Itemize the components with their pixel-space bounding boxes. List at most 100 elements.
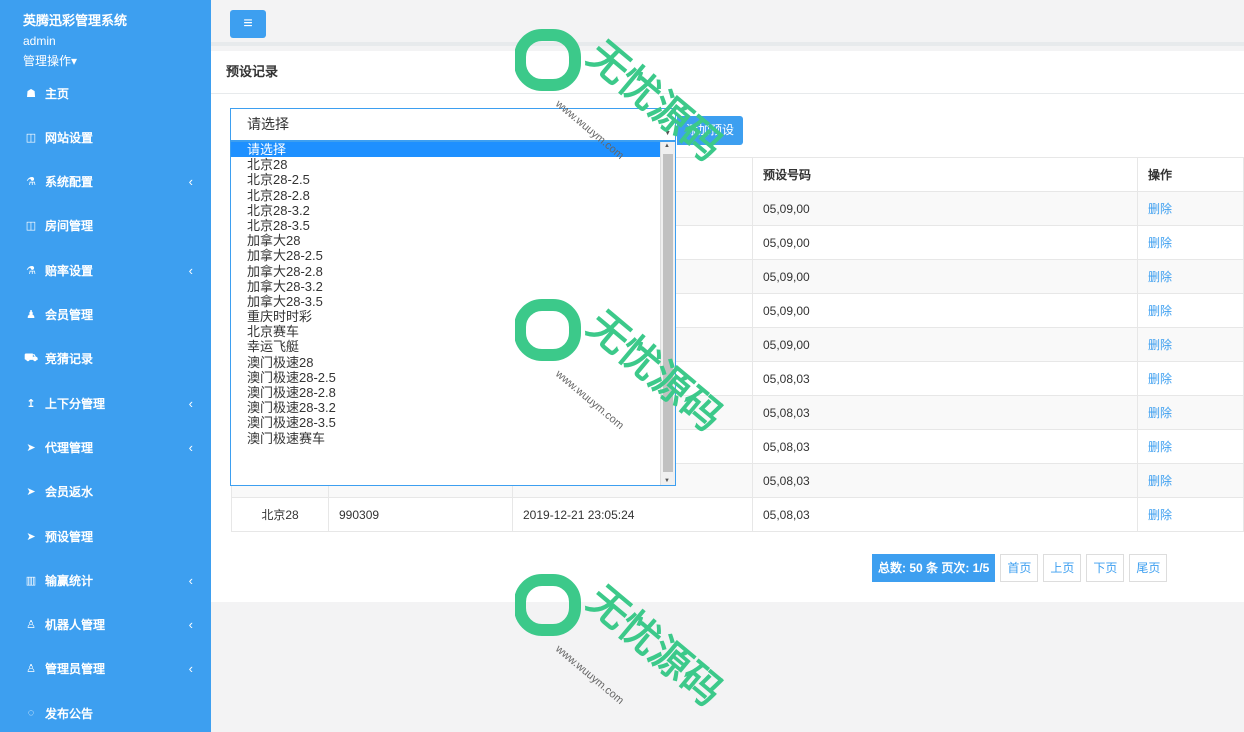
next-page-button[interactable]: 下页	[1086, 554, 1125, 582]
chevron-left-icon: ‹	[188, 174, 193, 190]
dropdown-option[interactable]: 幸运飞艇	[231, 339, 675, 354]
table-row: 北京28 990309 2019-12-21 23:05:24 05,08,03 删除	[231, 497, 1244, 532]
home-icon: ☗	[26, 87, 36, 100]
dropdown-option[interactable]: 请选择	[231, 142, 675, 158]
chevron-left-icon: ‹	[188, 572, 193, 588]
add-preset-button[interactable]: 添加预设	[677, 116, 743, 145]
game-select-dropdown[interactable]: 请选择 北京28 北京28-2.5 北京28-2.8 北京28-3.2 北京28-3.5 加…	[230, 141, 676, 486]
chevron-left-icon: ‹	[188, 617, 193, 633]
sidebar-item-label: 机器人管理	[45, 618, 106, 633]
sidebar-item[interactable]: ◫ 房间管理	[0, 204, 211, 248]
sidebar-item[interactable]: ♟ 会员管理	[0, 293, 211, 337]
chevron-left-icon: ‹	[188, 439, 193, 455]
sidebar-item[interactable]: ➤ 会员返水	[0, 470, 211, 514]
user-icon: ♟	[26, 309, 36, 321]
dropdown-option[interactable]: 加拿大28-3.2	[231, 279, 675, 294]
table-cell: 05,08,03	[752, 497, 1138, 532]
delete-link[interactable]: 删除	[1137, 463, 1244, 498]
send-icon: ➤	[26, 530, 36, 543]
scroll-up-icon[interactable]: ▲	[664, 143, 670, 149]
sidebar-item[interactable]: ▥ 输赢统计 ‹	[0, 558, 211, 602]
chevron-left-icon: ‹	[188, 262, 193, 278]
dropdown-option[interactable]: 北京28-2.8	[231, 188, 675, 203]
sidebar-item-label: 代理管理	[45, 440, 94, 455]
prev-page-button[interactable]: 上页	[1043, 554, 1082, 582]
table-cell: 990309	[328, 497, 513, 532]
dropdown-option[interactable]: 北京赛车	[231, 324, 675, 339]
table-cell: 05,08,03	[752, 361, 1138, 396]
scrollbar-thumb[interactable]	[663, 154, 673, 472]
dropdown-option[interactable]: 澳门极速28-2.8	[231, 385, 675, 400]
dropdown-option[interactable]: 澳门极速28-3.2	[231, 400, 675, 415]
dropdown-option[interactable]: 北京28-3.5	[231, 218, 675, 233]
dropdown-option[interactable]: 澳门极速28-3.5	[231, 415, 675, 430]
dropdown-scrollbar[interactable]: ▲ ▼	[660, 142, 675, 485]
menu-toggle-button[interactable]: ≡	[230, 10, 266, 38]
sidebar-item-label: 竞猜记录	[45, 352, 94, 367]
send-icon: ➤	[26, 441, 36, 454]
delete-link[interactable]: 删除	[1137, 395, 1244, 430]
table-cell: 05,09,00	[752, 327, 1138, 362]
sidebar-item-label: 预设管理	[45, 529, 94, 544]
first-page-button[interactable]: 首页	[1000, 554, 1039, 582]
dropdown-option[interactable]: 加拿大28	[231, 233, 675, 248]
delete-link[interactable]: 删除	[1137, 225, 1244, 260]
columns-icon: ◫	[25, 131, 37, 144]
dropdown-option[interactable]: 北京28	[231, 157, 675, 172]
delete-link[interactable]: 删除	[1137, 191, 1244, 226]
sidebar-item-label: 网站设置	[45, 130, 94, 145]
delete-link[interactable]: 删除	[1137, 293, 1244, 328]
dropdown-option[interactable]: 加拿大28-3.5	[231, 294, 675, 309]
delete-link[interactable]: 删除	[1137, 429, 1244, 464]
sidebar-item[interactable]: ⛟ 竞猜记录	[0, 337, 211, 381]
chevron-left-icon: ‹	[188, 661, 193, 677]
dropdown-option[interactable]: 加拿大28-2.5	[231, 248, 675, 263]
sidebar-item[interactable]: ◫ 网站设置	[0, 115, 211, 159]
dropdown-option[interactable]: 澳门极速28-2.5	[231, 370, 675, 385]
admin-ops-menu[interactable]: 管理操作▾	[23, 52, 77, 69]
sidebar-item[interactable]: ♙ 管理员管理 ‹	[0, 647, 211, 691]
last-page-button[interactable]: 尾页	[1129, 554, 1168, 582]
table-cell: 05,09,00	[752, 259, 1138, 294]
chevron-left-icon: ‹	[188, 395, 193, 411]
male-icon: ♙	[26, 619, 36, 632]
sidebar-item-label: 管理员管理	[45, 662, 106, 677]
brand-title: 英腾迅彩管理系统	[23, 13, 128, 28]
dropdown-option[interactable]: 加拿大28-2.8	[231, 264, 675, 279]
car-icon: ⛟	[24, 351, 38, 364]
sidebar-item-label: 会员返水	[45, 485, 94, 500]
flask-icon: ⚗	[26, 176, 36, 189]
game-select[interactable]: 请选择 ▼	[230, 108, 676, 141]
delete-link[interactable]: 删除	[1137, 327, 1244, 362]
top-bar: ≡	[211, 0, 1244, 46]
delete-link[interactable]: 删除	[1137, 259, 1244, 294]
sidebar-item[interactable]: ➤ 预设管理	[0, 514, 211, 558]
dropdown-option[interactable]: 重庆时时彩	[231, 309, 675, 324]
col-header: 操作	[1137, 157, 1244, 192]
send-icon: ➤	[26, 486, 36, 499]
dropdown-option[interactable]: 澳门极速28	[231, 355, 675, 370]
sidebar-item[interactable]: ⚗ 系统配置 ‹	[0, 160, 211, 204]
scroll-down-icon[interactable]: ▼	[664, 478, 670, 484]
dropdown-option[interactable]: 北京28-3.2	[231, 203, 675, 218]
dropdown-option[interactable]: 北京28-2.5	[231, 172, 675, 187]
arrow-up-icon: ↥	[26, 397, 36, 410]
sidebar-item[interactable]: ➤ 代理管理 ‹	[0, 425, 211, 469]
watermark-url: www.wuuym.com	[552, 642, 626, 706]
sidebar-item-label: 系统配置	[45, 175, 94, 190]
sidebar-item[interactable]: ♙ 机器人管理 ‹	[0, 603, 211, 647]
columns-icon: ◫	[25, 220, 37, 233]
sidebar-item[interactable]: ↥ 上下分管理 ‹	[0, 381, 211, 425]
male-icon: ♙	[26, 663, 36, 676]
sidebar-item[interactable]: ⚗ 赔率设置 ‹	[0, 248, 211, 292]
table-cell: 05,09,00	[752, 293, 1138, 328]
sidebar-item-label: 上下分管理	[45, 396, 106, 411]
sidebar: 英腾迅彩管理系统 admin 管理操作▾ ☗ 主页 ◫ 网站设置 ⚗ 系统配置 ‹ ◫ 房间管理…	[0, 0, 211, 732]
sidebar-item[interactable]: ◌ 发布公告	[0, 691, 211, 732]
table-cell: 05,09,00	[752, 191, 1138, 226]
sidebar-item[interactable]: ☗ 主页	[0, 71, 211, 115]
delete-link[interactable]: 删除	[1137, 361, 1244, 396]
dropdown-option[interactable]: 澳门极速赛车	[231, 431, 675, 446]
delete-link[interactable]: 删除	[1137, 497, 1244, 532]
sidebar-item-label: 主页	[45, 86, 70, 101]
